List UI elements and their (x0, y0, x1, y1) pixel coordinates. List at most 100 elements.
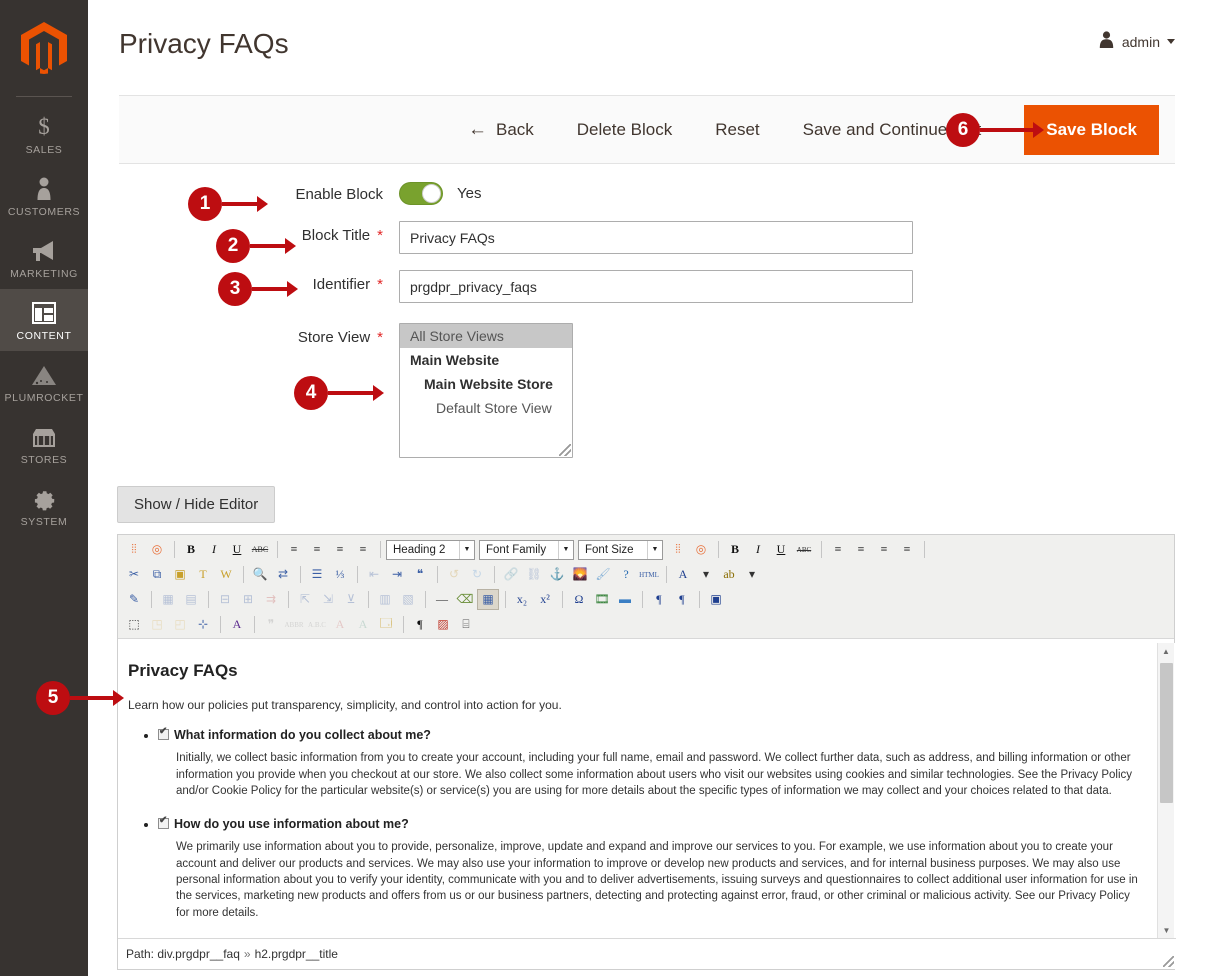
sidebar-item-stores[interactable]: STORES (0, 413, 88, 475)
underline-icon[interactable]: U (226, 539, 248, 560)
toolbar-toggle-icon[interactable]: ⌸ (455, 614, 477, 635)
enable-block-toggle[interactable] (399, 182, 443, 205)
align-center-icon[interactable]: ≡ (850, 539, 872, 560)
help-icon[interactable]: ? (615, 564, 637, 585)
replace-icon[interactable]: ⇄ (272, 564, 294, 585)
cut-icon[interactable]: ✂ (123, 564, 145, 585)
store-view-option[interactable]: Main Website (400, 348, 572, 372)
admin-user-menu[interactable]: admin (1098, 30, 1175, 53)
sidebar-item-system[interactable]: SYSTEM (0, 475, 88, 537)
block-title-input[interactable] (399, 221, 913, 254)
find-icon[interactable]: 🔍 (249, 564, 271, 585)
editor-toolbar-row-1: ⦙⦙ ◎ B I U ABC ≡ ≡ ≡ ≡ Heading 2 ▼ Font Family ▼ … (120, 537, 1172, 562)
scrollbar-thumb[interactable] (1160, 663, 1173, 803)
insert-layer-icon[interactable]: ▣ (705, 589, 727, 610)
store-view-option[interactable]: Default Store View (400, 396, 572, 420)
align-right-icon[interactable]: ≡ (329, 539, 351, 560)
page-break-icon[interactable]: ▬ (614, 589, 636, 610)
store-view-label: Store View * (297, 329, 383, 346)
blockquote-icon[interactable]: ❝ (409, 564, 431, 585)
magento-widget-icon[interactable]: ⦙⦙ (123, 539, 145, 560)
align-left-icon[interactable]: ≡ (827, 539, 849, 560)
font-family-select[interactable]: Font Family ▼ (479, 539, 574, 560)
resize-handle-icon[interactable] (559, 444, 571, 456)
sidebar-item-content[interactable]: CONTENT (0, 289, 88, 351)
bold-icon[interactable]: B (180, 539, 202, 560)
store-view-multiselect[interactable]: All Store Views Main Website Main Websit… (399, 323, 573, 458)
edit-css-icon[interactable]: ✎ (123, 589, 145, 610)
align-center-icon[interactable]: ≡ (306, 539, 328, 560)
store-view-option[interactable]: Main Website Store (400, 372, 572, 396)
select-all-icon[interactable]: ⬚ (123, 614, 145, 635)
sidebar-item-plumrocket[interactable]: PLUMROCKET (0, 351, 88, 413)
bold-icon[interactable]: B (724, 539, 746, 560)
ltr-icon[interactable]: ¶ (648, 589, 670, 610)
paste-text-icon[interactable]: T (192, 564, 214, 585)
save-and-continue-edit-button[interactable]: Save and Continue Edit (803, 120, 982, 140)
delete-block-button[interactable]: Delete Block (577, 120, 672, 140)
back-button[interactable]: ← Back (468, 120, 534, 140)
save-block-button[interactable]: Save Block (1024, 104, 1159, 155)
reset-button[interactable]: Reset (715, 120, 759, 140)
indent-icon[interactable]: ⇥ (386, 564, 408, 585)
strikethrough-icon[interactable]: ABC (249, 539, 271, 560)
user-avatar-icon (1098, 30, 1115, 53)
subscript-icon[interactable]: x₂ (511, 589, 533, 610)
italic-icon[interactable]: I (747, 539, 769, 560)
show-hide-editor-button[interactable]: Show / Hide Editor (117, 486, 276, 523)
scroll-up-icon[interactable]: ▲ (1158, 643, 1174, 659)
magento-logo-icon[interactable] (0, 0, 88, 96)
cleanup-icon[interactable]: 🖌 (592, 564, 614, 585)
sidebar-item-marketing[interactable]: MARKETING (0, 227, 88, 289)
paste-word-icon[interactable]: W (215, 564, 237, 585)
text-color-dropdown-icon[interactable]: ▾ (695, 564, 717, 585)
identifier-input[interactable] (399, 270, 913, 303)
sidebar-item-label: SALES (25, 144, 63, 156)
path-segment[interactable]: div.prgdpr__faq (157, 947, 240, 961)
special-char-icon[interactable]: Ω (568, 589, 590, 610)
align-justify-icon[interactable]: ≡ (896, 539, 918, 560)
scroll-down-icon[interactable]: ▼ (1158, 922, 1175, 938)
superscript-icon[interactable]: x² (534, 589, 556, 610)
underline-icon[interactable]: U (770, 539, 792, 560)
sidebar-item-label: MARKETING (10, 268, 78, 280)
bullet-list-icon[interactable]: ☰ (306, 564, 328, 585)
nonbreaking-icon[interactable]: ▨ (432, 614, 454, 635)
horizontal-rule-icon[interactable]: — (431, 589, 453, 610)
editor-content-area[interactable]: Privacy FAQs Learn how our policies put … (118, 643, 1176, 938)
resize-handle-icon[interactable] (1163, 956, 1174, 967)
editor-scrollbar[interactable]: ▲ ▼ (1157, 643, 1174, 938)
media-icon[interactable]: 🎞 (591, 589, 613, 610)
italic-icon[interactable]: I (203, 539, 225, 560)
sidebar-item-customers[interactable]: CUSTOMERS (0, 165, 88, 227)
remove-format-icon[interactable]: ⌫ (454, 589, 476, 610)
insert-layer2-icon[interactable]: ⊹ (192, 614, 214, 635)
path-segment[interactable]: h2.prgdpr__title (255, 947, 338, 961)
styleprops-icon[interactable]: A (226, 614, 248, 635)
format-select[interactable]: Heading 2 ▼ (386, 539, 475, 560)
magento-variable-icon[interactable]: ◎ (690, 539, 712, 560)
rtl-icon[interactable]: ¶ (671, 589, 693, 610)
font-size-select[interactable]: Font Size ▼ (578, 539, 663, 560)
align-left-icon[interactable]: ≡ (283, 539, 305, 560)
anchor-icon[interactable]: ⚓ (546, 564, 568, 585)
store-view-option[interactable]: All Store Views (400, 324, 572, 348)
toolbar-separator (174, 541, 175, 558)
text-color-icon[interactable]: A (672, 564, 694, 585)
copy-icon[interactable]: ⧉ (146, 564, 168, 585)
magento-widget-icon[interactable]: ⦙⦙ (667, 539, 689, 560)
image-icon[interactable]: 🌄 (569, 564, 591, 585)
paste-icon[interactable]: ▣ (169, 564, 191, 585)
attributes-icon[interactable]: 🗔 (375, 614, 397, 635)
background-color-dropdown-icon[interactable]: ▾ (741, 564, 763, 585)
background-color-icon[interactable]: ab (718, 564, 740, 585)
numbered-list-icon[interactable]: ⅓ (329, 564, 351, 585)
sidebar-item-sales[interactable]: $ SALES (0, 103, 88, 165)
strikethrough-icon[interactable]: ABC (793, 539, 815, 560)
show-blocks-icon[interactable]: ¶ (409, 614, 431, 635)
visual-aid-icon[interactable]: ▦ (477, 589, 499, 610)
magento-variable-icon[interactable]: ◎ (146, 539, 168, 560)
html-source-icon[interactable]: HTML (638, 564, 660, 585)
align-justify-icon[interactable]: ≡ (352, 539, 374, 560)
align-right-icon[interactable]: ≡ (873, 539, 895, 560)
